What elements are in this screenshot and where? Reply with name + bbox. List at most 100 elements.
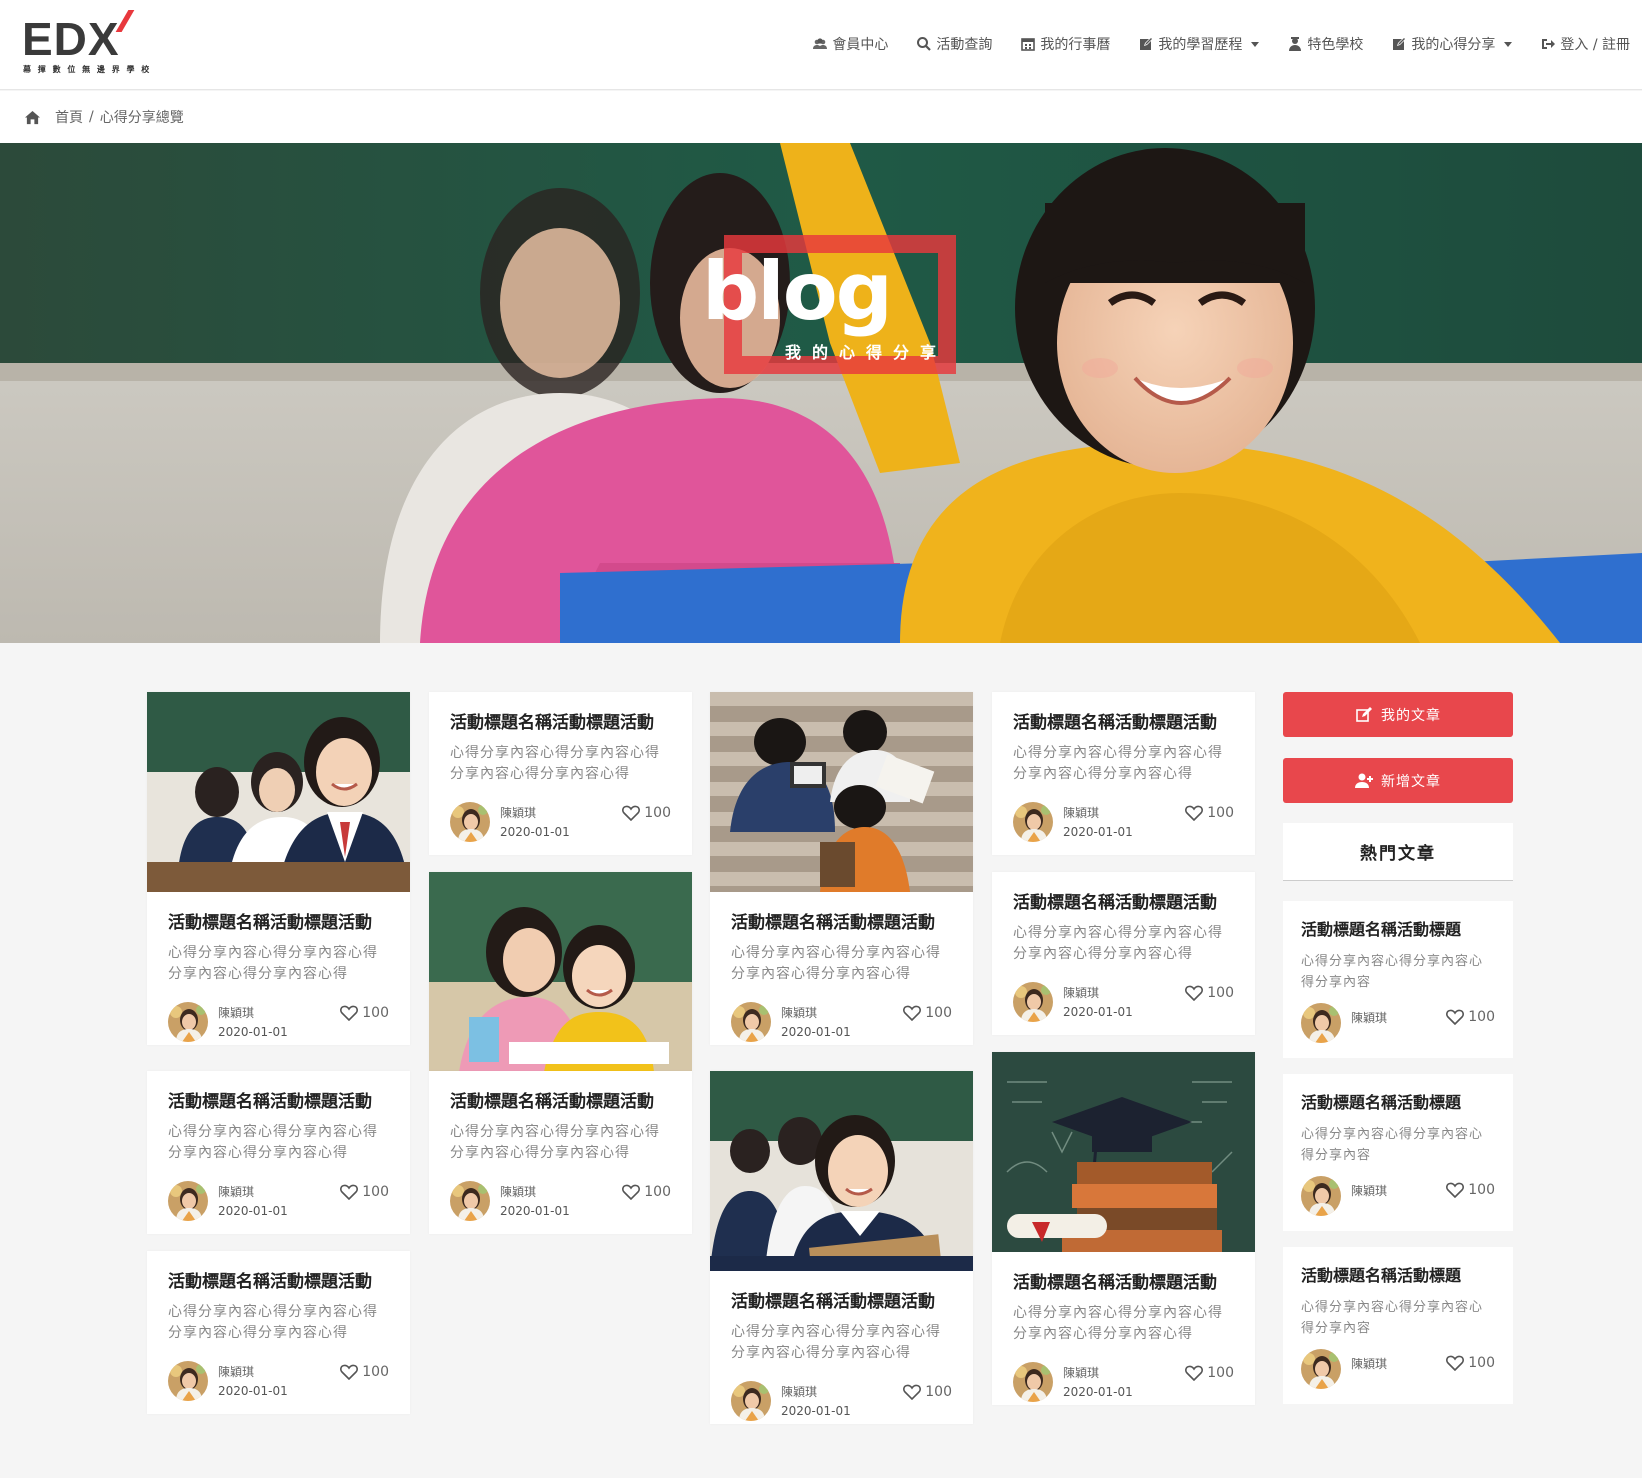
post-meta: 陳穎琪 100 [1301,1176,1495,1222]
post-title[interactable]: 活動標題名稱活動標題活動 [168,1271,389,1293]
edx-logo[interactable]: EDX 幕 揮 數 位 無 邊 界 學 校 [22,10,149,76]
popular-post-title[interactable]: 活動標題名稱活動標題 [1301,1265,1495,1287]
post-card[interactable]: 活動標題名稱活動標題活動 心得分享內容心得分享內容心得分享內容心得分享內容心得 … [147,1251,410,1414]
post-title[interactable]: 活動標題名稱活動標題活動 [731,912,952,934]
post-excerpt: 心得分享內容心得分享內容心得分享內容心得分享內容心得 [450,745,660,782]
post-card[interactable] [429,872,692,1072]
nav-event-search[interactable]: 活動查詢 [916,34,992,54]
hero-classroom-photo [0,143,1642,643]
like-button[interactable]: 100 [1446,1355,1495,1371]
post-author: 陳穎琪 [1351,1184,1388,1198]
popular-post-excerpt: 心得分享內容心得分享內容心得分享內容 [1301,954,1484,990]
post-meta: 陳穎琪 2020-01-01 100 [731,999,952,1045]
nav-my-shares[interactable]: 我的心得分享 [1391,34,1513,54]
post-card[interactable]: 活動標題名稱活動標題活動 心得分享內容心得分享內容心得分享內容心得分享內容心得 … [992,692,1255,855]
like-button[interactable]: 100 [903,1005,952,1021]
popular-post-title[interactable]: 活動標題名稱活動標題 [1301,1092,1495,1114]
post-date: 2020-01-01 [1063,825,1133,839]
post-title[interactable]: 活動標題名稱活動標題活動 [1013,1272,1234,1294]
post-title[interactable]: 活動標題名稱活動標題活動 [450,712,671,734]
post-card[interactable]: 活動標題名稱活動標題活動 心得分享內容心得分享內容心得分享內容心得分享內容心得 … [992,1052,1255,1405]
post-excerpt: 心得分享內容心得分享內容心得分享內容心得分享內容心得 [1013,745,1223,782]
post-meta: 陳穎琪 2020-01-01 100 [1013,979,1234,1025]
popular-post-card[interactable]: 活動標題名稱活動標題 心得分享內容心得分享內容心得分享內容 陳穎琪 100 [1283,1074,1513,1231]
search-icon [917,37,932,51]
post-author: 陳穎琪 [218,1365,255,1379]
post-title[interactable]: 活動標題名稱活動標題活動 [1013,892,1234,914]
post-meta: 陳穎琪 100 [1301,1349,1495,1395]
like-count: 100 [1207,805,1234,821]
post-card[interactable]: 活動標題名稱活動標題活動 心得分享內容心得分享內容心得分享內容心得分享內容心得 … [429,692,692,855]
popular-post-excerpt: 心得分享內容心得分享內容心得分享內容 [1301,1300,1484,1336]
like-button[interactable]: 100 [622,1184,671,1200]
avatar [1301,1176,1341,1216]
user-plus-icon [1355,773,1373,788]
popular-post-card[interactable]: 活動標題名稱活動標題 心得分享內容心得分享內容心得分享內容 陳穎琪 100 [1283,901,1513,1058]
nav-label: 我的學習歷程 [1158,37,1243,53]
post-card[interactable]: 活動標題名稱活動標題活動 心得分享內容心得分享內容心得分享內容心得分享內容心得 … [429,1071,692,1234]
post-excerpt: 心得分享內容心得分享內容心得分享內容心得分享內容心得 [731,945,941,982]
post-excerpt: 心得分享內容心得分享內容心得分享內容心得分享內容心得 [450,1124,660,1161]
heart-icon [1446,1182,1465,1198]
post-meta: 陳穎琪 2020-01-01 100 [731,1378,952,1424]
like-button[interactable]: 100 [903,1384,952,1400]
avatar [1013,802,1053,842]
like-button[interactable]: 100 [340,1184,389,1200]
like-count: 100 [644,1184,671,1200]
like-count: 100 [1468,1355,1495,1371]
my-posts-button[interactable]: 我的文章 [1283,692,1513,737]
post-card[interactable]: 活動標題名稱活動標題活動 心得分享內容心得分享內容心得分享內容心得分享內容心得 … [147,1071,410,1234]
popular-post-card[interactable]: 活動標題名稱活動標題 心得分享內容心得分享內容心得分享內容 陳穎琪 100 [1283,1247,1513,1404]
school-icon [1289,37,1302,51]
post-card[interactable]: 活動標題名稱活動標題活動 心得分享內容心得分享內容心得分享內容心得分享內容心得 … [992,872,1255,1035]
post-card[interactable]: 活動標題名稱活動標題活動 心得分享內容心得分享內容心得分享內容心得分享內容心得 … [710,1071,973,1424]
post-title[interactable]: 活動標題名稱活動標題活動 [450,1091,671,1113]
nav-featured-schools[interactable]: 特色學校 [1287,34,1363,54]
popular-post-title[interactable]: 活動標題名稱活動標題 [1301,919,1495,941]
post-title[interactable]: 活動標題名稱活動標題活動 [1013,712,1234,734]
calendar-icon [1021,38,1036,51]
hero-subtitle: 我的心得分享 [785,343,948,362]
nav-learning-history[interactable]: 我的學習歷程 [1138,34,1260,54]
post-card[interactable]: 活動標題名稱活動標題活動 心得分享內容心得分享內容心得分享內容心得分享內容心得 … [710,692,973,1045]
post-image [710,1071,973,1271]
like-button[interactable]: 100 [340,1364,389,1380]
post-title[interactable]: 活動標題名稱活動標題活動 [731,1291,952,1313]
like-button[interactable]: 100 [1185,985,1234,1001]
post-meta: 陳穎琪 2020-01-01 100 [1013,1359,1234,1405]
like-button[interactable]: 100 [1446,1009,1495,1025]
main-nav: 會員中心 活動查詢 我的行事曆 我的學習歷程 特色學校 我的心得分享 登入 / … [784,32,1630,56]
like-button[interactable]: 100 [1446,1182,1495,1198]
post-title[interactable]: 活動標題名稱活動標題活動 [168,912,389,934]
like-count: 100 [362,1364,389,1380]
popular-post-excerpt: 心得分享內容心得分享內容心得分享內容 [1301,1127,1484,1163]
nav-label: 會員中心 [832,37,889,53]
like-count: 100 [362,1184,389,1200]
post-card[interactable]: 活動標題名稱活動標題活動 心得分享內容心得分享內容心得分享內容心得分享內容心得 … [147,692,410,1045]
post-excerpt: 心得分享內容心得分享內容心得分享內容心得分享內容心得 [168,945,378,982]
heart-icon [1185,985,1204,1001]
like-button[interactable]: 100 [622,805,671,821]
nav-login-register[interactable]: 登入 / 註冊 [1540,34,1630,54]
post-title[interactable]: 活動標題名稱活動標題活動 [168,1091,389,1113]
like-button[interactable]: 100 [1185,1365,1234,1381]
breadcrumb: 首頁 / 心得分享總覽 [0,91,1642,143]
post-excerpt: 心得分享內容心得分享內容心得分享內容心得分享內容心得 [731,1324,941,1361]
post-date: 2020-01-01 [1063,1005,1133,1019]
like-button[interactable]: 100 [1185,805,1234,821]
avatar [450,1181,490,1221]
new-post-button[interactable]: 新增文章 [1283,758,1513,803]
breadcrumb-home[interactable]: 首頁 [55,107,83,127]
nav-label: 我的行事曆 [1040,37,1111,53]
post-author: 陳穎琪 [218,1006,255,1020]
avatar [731,1381,771,1421]
post-date: 2020-01-01 [1063,1385,1133,1399]
home-icon[interactable] [24,110,41,125]
nav-calendar[interactable]: 我的行事曆 [1020,34,1110,54]
edit-icon [1140,37,1154,50]
nav-member-center[interactable]: 會員中心 [812,34,888,54]
heart-icon [1446,1355,1465,1371]
hero-title: blog [702,245,893,338]
chevron-down-icon [1504,41,1513,47]
like-button[interactable]: 100 [340,1005,389,1021]
